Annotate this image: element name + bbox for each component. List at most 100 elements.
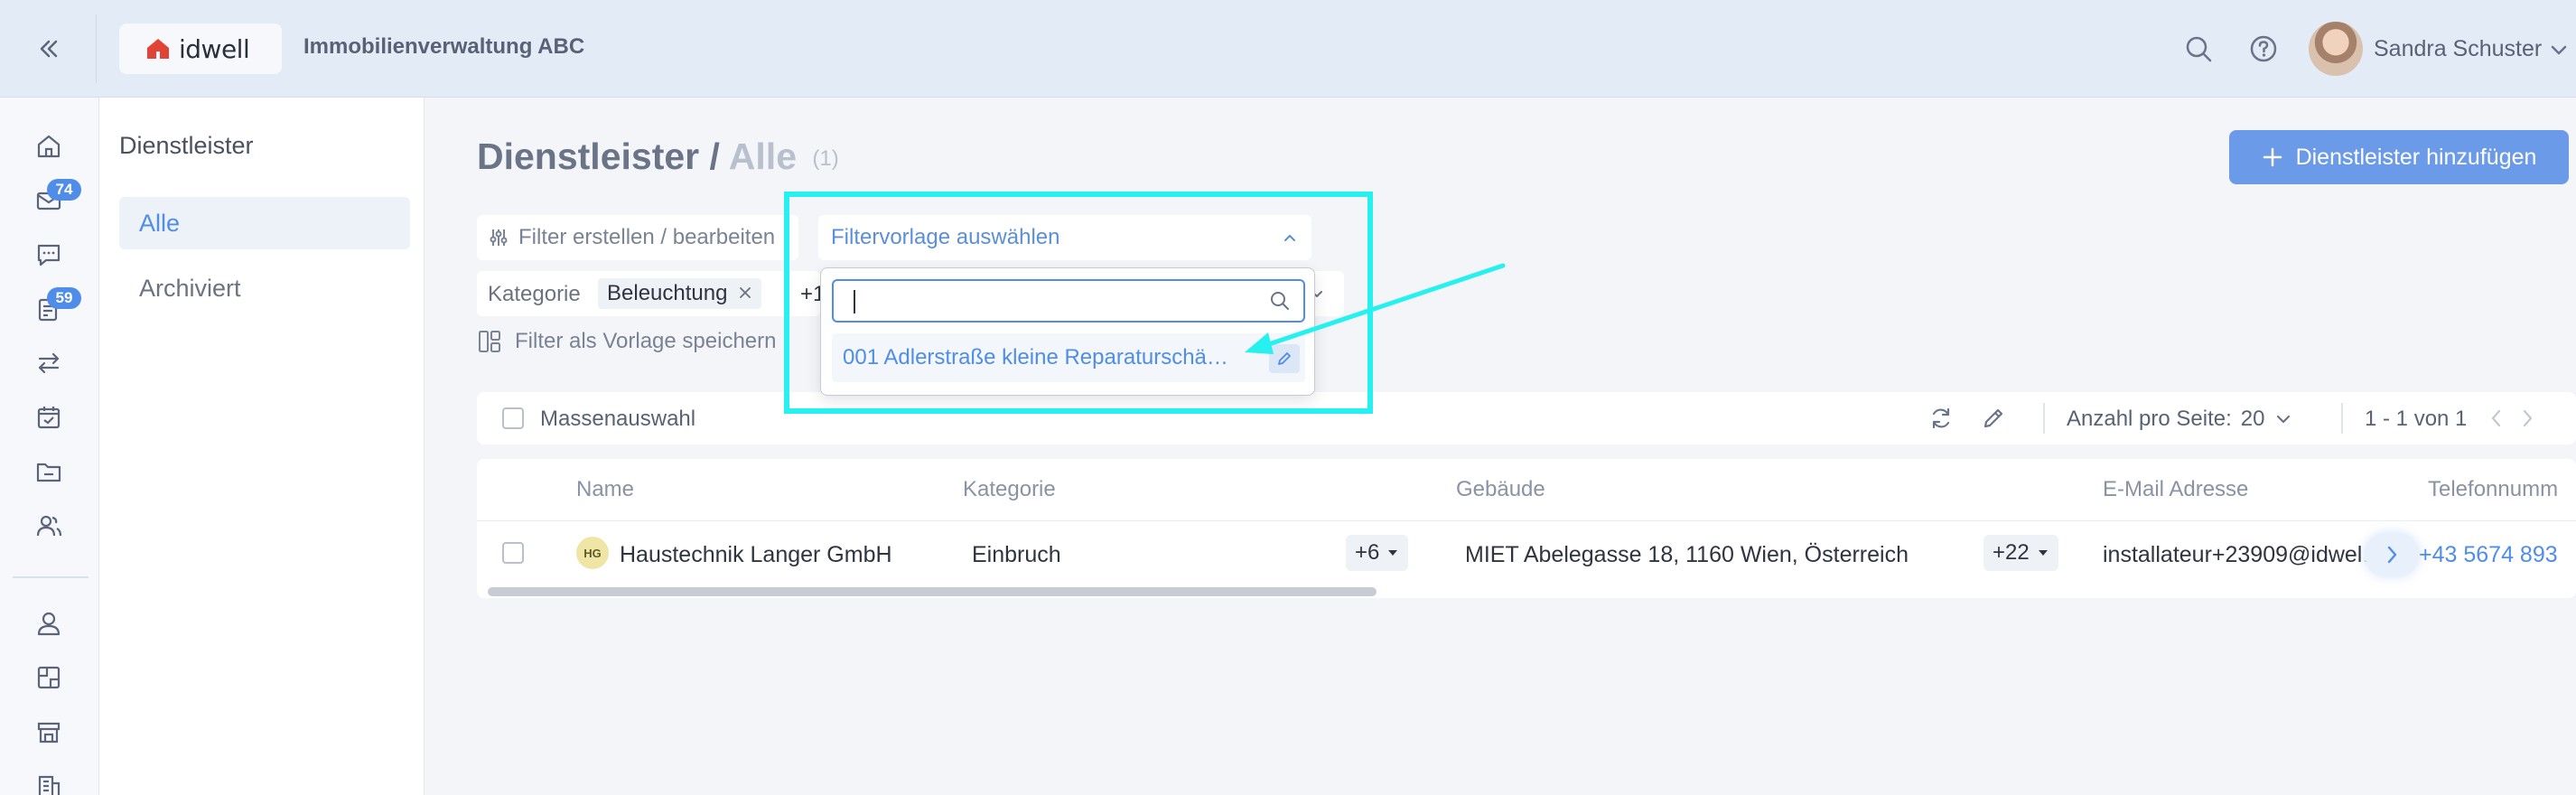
tasks-badge: 59 bbox=[47, 287, 81, 309]
column-header-email[interactable]: E-Mail Adresse bbox=[2103, 477, 2248, 502]
chevron-left-icon bbox=[2491, 409, 2501, 427]
per-page-select[interactable]: Anzahl pro Seite: 20 bbox=[2067, 407, 2293, 432]
annotation-highlight-box bbox=[784, 192, 1373, 414]
category-filter[interactable]: Kategorie Beleuchtung +1 bbox=[477, 271, 825, 316]
per-page-label: Anzahl pro Seite: bbox=[2067, 407, 2232, 431]
chevron-right-icon bbox=[2523, 409, 2533, 427]
row-email: installateur+23909@idwel… bbox=[2103, 542, 2385, 567]
house-logo-icon bbox=[147, 39, 169, 59]
search-icon bbox=[2186, 36, 2212, 62]
help-button[interactable] bbox=[2244, 29, 2283, 69]
save-template-label: Filter als Vorlage speichern bbox=[515, 329, 777, 353]
page-title-count: (1) bbox=[812, 146, 839, 171]
previous-page-button[interactable] bbox=[2486, 405, 2507, 436]
refresh-button[interactable] bbox=[1926, 403, 1956, 434]
row-category-more[interactable]: +6 bbox=[1346, 535, 1409, 571]
user-menu-toggle[interactable] bbox=[2549, 40, 2569, 64]
chip-remove-button[interactable] bbox=[738, 281, 752, 306]
close-icon bbox=[740, 287, 751, 298]
toolbar-divider bbox=[2043, 403, 2045, 434]
page-title: Dienstleister / Alle (1) bbox=[477, 136, 839, 178]
subnav-item-archiviert[interactable]: Archiviert bbox=[119, 262, 410, 314]
top-bar: idwell Immobilienverwaltung ABC Sandra S… bbox=[0, 0, 2576, 98]
mass-select-label[interactable]: Massenauswahl bbox=[540, 407, 695, 432]
next-page-button[interactable] bbox=[2516, 405, 2538, 436]
row-building-more[interactable]: +22 bbox=[1983, 535, 2058, 571]
secondary-sidebar: Dienstleister Alle Archiviert bbox=[99, 98, 425, 795]
toolbar-divider bbox=[2341, 403, 2343, 434]
nav-persons[interactable] bbox=[31, 605, 67, 641]
pagination-range: 1 - 1 von 1 bbox=[2365, 407, 2468, 431]
users-icon bbox=[36, 515, 62, 537]
nav-chat[interactable] bbox=[31, 237, 67, 273]
nav-documents[interactable] bbox=[31, 454, 67, 490]
user-name[interactable]: Sandra Schuster bbox=[2374, 36, 2542, 62]
mass-select-checkbox[interactable] bbox=[502, 407, 524, 429]
per-page-value: 20 bbox=[2240, 407, 2265, 431]
icon-rail: 74 59 bbox=[0, 98, 99, 795]
save-filter-template-button[interactable]: Filter als Vorlage speichern bbox=[477, 329, 776, 354]
page-title-sub: Alle bbox=[728, 136, 797, 177]
column-header-name[interactable]: Name bbox=[576, 477, 634, 502]
sliders-icon bbox=[490, 229, 508, 246]
logo[interactable]: idwell bbox=[119, 23, 282, 74]
nav-buildings[interactable] bbox=[31, 768, 67, 795]
row-building: MIET Abelegasse 18, 1160 Wien, Österreic… bbox=[1465, 542, 1909, 567]
nav-home[interactable] bbox=[31, 128, 67, 164]
chevron-down-icon bbox=[2551, 45, 2567, 55]
user-avatar[interactable] bbox=[2309, 22, 2363, 76]
row-building-more-count: +22 bbox=[1993, 540, 2030, 565]
company-name: Immobilienverwaltung ABC bbox=[303, 34, 585, 59]
row-phone[interactable]: +43 5674 893 bbox=[2419, 542, 2558, 568]
topbar-divider bbox=[96, 14, 97, 83]
add-service-provider-button[interactable]: Dienstleister hinzufügen bbox=[2229, 130, 2569, 184]
table-header-divider bbox=[477, 520, 2576, 521]
nav-contacts[interactable] bbox=[31, 508, 67, 544]
row-category-more-count: +6 bbox=[1355, 540, 1380, 565]
calendar-check-icon bbox=[37, 407, 61, 429]
chevron-right-icon bbox=[2387, 546, 2397, 564]
add-button-label: Dienstleister hinzufügen bbox=[2295, 144, 2537, 170]
filter-edit-label: Filter erstellen / bearbeiten bbox=[518, 225, 776, 249]
nav-contracts[interactable] bbox=[31, 659, 67, 696]
edit-columns-button[interactable] bbox=[1978, 403, 2009, 434]
nav-transfers[interactable] bbox=[31, 345, 67, 381]
nav-calendar[interactable] bbox=[31, 399, 67, 435]
folder-icon bbox=[36, 463, 61, 482]
category-chip: Beleuchtung bbox=[598, 278, 762, 309]
rail-divider bbox=[13, 576, 89, 578]
subnav-item-alle[interactable]: Alle bbox=[119, 197, 410, 249]
layout-template-icon bbox=[479, 331, 500, 352]
category-chip-label: Beleuchtung bbox=[607, 281, 728, 305]
transfer-icon bbox=[38, 352, 60, 374]
nav-units[interactable] bbox=[31, 714, 67, 750]
help-icon bbox=[2250, 35, 2277, 62]
column-header-category[interactable]: Kategorie bbox=[963, 477, 1056, 502]
collapse-sidebar-button[interactable] bbox=[27, 31, 70, 67]
column-header-phone[interactable]: Telefonnumm bbox=[2428, 477, 2558, 502]
chevron-down-icon bbox=[2277, 415, 2291, 424]
horizontal-scrollbar[interactable] bbox=[488, 587, 1377, 596]
contract-icon bbox=[37, 666, 61, 689]
subnav-title: Dienstleister bbox=[119, 132, 254, 159]
inbox-badge: 74 bbox=[47, 179, 81, 201]
home-icon bbox=[37, 135, 61, 158]
row-category: Einbruch bbox=[972, 542, 1061, 567]
logo-text: idwell bbox=[179, 33, 250, 64]
building-icon bbox=[38, 775, 61, 795]
caret-down-icon bbox=[1388, 550, 1398, 556]
refresh-icon bbox=[1932, 407, 1950, 429]
page-title-main: Dienstleister bbox=[477, 136, 700, 177]
row-scroll-right-button[interactable] bbox=[2365, 533, 2419, 576]
category-filter-label: Kategorie bbox=[488, 282, 581, 306]
caret-down-icon bbox=[2038, 550, 2048, 556]
page-title-separator: / bbox=[709, 136, 720, 177]
row-checkbox[interactable] bbox=[502, 542, 524, 564]
column-header-building[interactable]: Gebäude bbox=[1456, 477, 1545, 502]
search-button[interactable] bbox=[2179, 29, 2218, 69]
row-name[interactable]: Haustechnik Langer GmbH bbox=[620, 542, 892, 568]
store-icon bbox=[37, 722, 61, 744]
filter-edit-button[interactable]: Filter erstellen / bearbeiten bbox=[477, 215, 798, 260]
double-chevron-left-icon bbox=[40, 40, 58, 58]
person-icon bbox=[37, 612, 61, 636]
